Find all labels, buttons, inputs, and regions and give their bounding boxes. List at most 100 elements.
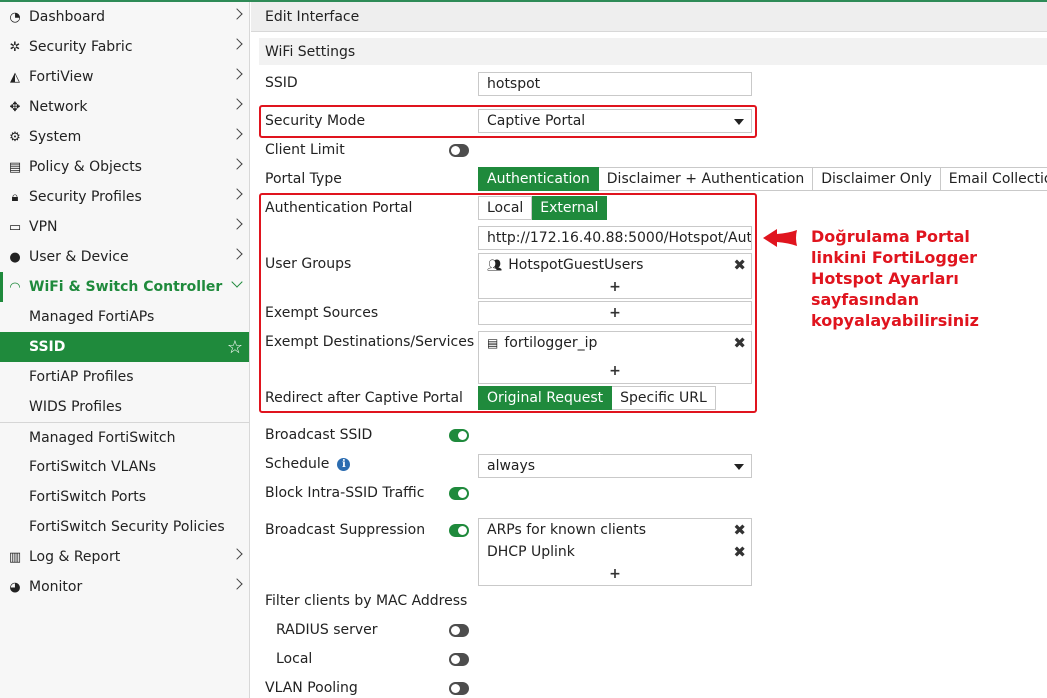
vlan-pooling-toggle[interactable] — [449, 682, 469, 695]
sidebar-subitem-wids-profiles[interactable]: WIDS Profiles — [0, 392, 249, 422]
user-groups-label: User Groups — [265, 256, 352, 272]
broadcast-ssid-label: Broadcast SSID — [265, 427, 373, 443]
sidebar-item-label: Security Fabric — [29, 39, 133, 55]
exempt-sources-list: + — [478, 301, 752, 325]
schedule-select[interactable]: always — [478, 454, 752, 478]
client-limit-toggle[interactable] — [449, 144, 469, 157]
section-header: WiFi Settings — [259, 38, 1047, 65]
sidebar-subitem-ssid[interactable]: SSID ☆ — [0, 332, 249, 362]
sidebar: ◔ Dashboard ✲ Security Fabric ◭ FortiView ✥… — [0, 2, 250, 698]
sidebar-item-vpn[interactable]: ▭ VPN — [0, 212, 249, 242]
page-title: Edit Interface — [251, 2, 1047, 32]
sidebar-item-fortiview[interactable]: ◭ FortiView — [0, 62, 249, 92]
dashboard-icon: ◔ — [9, 9, 21, 25]
auth-portal-external[interactable]: External — [532, 196, 608, 220]
user-groups-list: 👥︎ HotspotGuestUsers ✖ + — [478, 253, 752, 299]
security-mode-value: Captive Portal — [487, 113, 586, 129]
remove-icon[interactable]: ✖ — [733, 256, 746, 274]
redirect-specific-url[interactable]: Specific URL — [612, 386, 716, 410]
fortiview-icon: ◭ — [10, 69, 20, 85]
sidebar-subitem-fortiap-profiles[interactable]: FortiAP Profiles — [0, 362, 249, 392]
user-group-name: HotspotGuestUsers — [508, 257, 644, 273]
annotation-text: Doğrulama Portal linkini FortiLogger Hot… — [811, 227, 979, 330]
ssid-input[interactable]: hotspot — [478, 72, 752, 96]
block-intra-ssid-toggle[interactable] — [449, 487, 469, 500]
sidebar-subitem-managed-fortiswitch[interactable]: Managed FortiSwitch — [0, 422, 249, 452]
auth-portal-url-input[interactable]: http://172.16.40.88:5000/Hotspot/Aut — [478, 226, 752, 250]
radius-server-toggle[interactable] — [449, 624, 469, 637]
local-toggle[interactable] — [449, 653, 469, 666]
sidebar-item-label: Log & Report — [29, 549, 121, 565]
star-icon[interactable]: ☆ — [227, 337, 243, 358]
annotation-arrow-icon — [763, 229, 797, 247]
auth-portal-label: Authentication Portal — [265, 200, 413, 216]
remove-icon[interactable]: ✖ — [733, 334, 746, 352]
sidebar-subitem-label: SSID — [29, 339, 66, 355]
remove-icon[interactable]: ✖ — [733, 543, 746, 561]
sidebar-item-label: Monitor — [29, 579, 83, 595]
caret-down-icon — [734, 119, 744, 125]
portal-type-authentication[interactable]: Authentication — [478, 167, 599, 191]
exempt-destination-name: fortilogger_ip — [504, 335, 598, 351]
sidebar-item-label: VPN — [29, 219, 58, 235]
suppression-item-name: ARPs for known clients — [487, 522, 647, 538]
portal-type-group: Authentication Disclaimer + Authenticati… — [478, 167, 1047, 191]
portal-type-email-collection[interactable]: Email Collection — [940, 167, 1047, 191]
sidebar-item-label: Policy & Objects — [29, 159, 142, 175]
caret-down-icon — [734, 464, 744, 470]
sidebar-item-label: Dashboard — [29, 9, 105, 25]
main-panel: Edit Interface WiFi Settings SSID hotspo… — [251, 2, 1047, 698]
security-mode-label: Security Mode — [265, 113, 366, 129]
chevron-right-icon — [231, 548, 243, 560]
sidebar-item-system[interactable]: ⚙ System — [0, 122, 249, 152]
chevron-right-icon — [231, 38, 243, 50]
sidebar-subitem-fortiswitch-ports[interactable]: FortiSwitch Ports — [0, 482, 249, 512]
broadcast-suppression-list: ARPs for known clients ✖ DHCP Uplink ✖ + — [478, 518, 752, 586]
chevron-right-icon — [231, 248, 243, 260]
chevron-right-icon — [231, 98, 243, 110]
auth-portal-local[interactable]: Local — [478, 196, 533, 220]
chevron-right-icon — [231, 128, 243, 140]
sidebar-item-security-profiles[interactable]: 🔒︎ Security Profiles — [0, 182, 249, 212]
add-exempt-destination-button[interactable]: + — [479, 360, 751, 382]
info-icon[interactable]: i — [337, 457, 351, 471]
sidebar-subitem-fortiswitch-security-policies[interactable]: FortiSwitch Security Policies — [0, 512, 249, 542]
schedule-value: always — [487, 458, 536, 474]
schedule-label: Schedule i — [265, 456, 351, 472]
sidebar-item-policy-objects[interactable]: ▤ Policy & Objects — [0, 152, 249, 182]
sidebar-item-label: User & Device — [29, 249, 129, 265]
redirect-group: Original Request Specific URL — [478, 386, 716, 410]
portal-type-disclaimer-only[interactable]: Disclaimer Only — [813, 167, 941, 191]
sidebar-item-monitor[interactable]: ◕ Monitor — [0, 572, 249, 602]
security-mode-select[interactable]: Captive Portal — [478, 109, 752, 133]
add-suppression-button[interactable]: + — [479, 563, 751, 585]
policy-icon: ▤ — [8, 159, 22, 175]
exempt-destinations-label: Exempt Destinations/Services — [265, 334, 475, 350]
sidebar-item-user-device[interactable]: ● User & Device — [0, 242, 249, 272]
block-intra-ssid-label: Block Intra-SSID Traffic — [265, 485, 425, 501]
exempt-destinations-list: ▤ fortilogger_ip ✖ + — [478, 331, 752, 384]
sidebar-item-security-fabric[interactable]: ✲ Security Fabric — [0, 32, 249, 62]
sidebar-item-wifi-switch-controller[interactable]: ◠ WiFi & Switch Controller — [0, 272, 249, 302]
sidebar-subitem-managed-fortiaps[interactable]: Managed FortiAPs — [0, 302, 249, 332]
auth-portal-group: Local External — [478, 196, 608, 220]
sidebar-item-network[interactable]: ✥ Network — [0, 92, 249, 122]
broadcast-suppression-toggle[interactable] — [449, 524, 469, 537]
suppression-item-name: DHCP Uplink — [487, 544, 575, 560]
sidebar-item-dashboard[interactable]: ◔ Dashboard — [0, 2, 249, 32]
remove-icon[interactable]: ✖ — [733, 521, 746, 539]
wifi-icon: ◠ — [10, 279, 20, 295]
broadcast-ssid-toggle[interactable] — [449, 429, 469, 442]
portal-type-disclaimer-authentication[interactable]: Disclaimer + Authentication — [598, 167, 814, 191]
chevron-right-icon — [231, 8, 243, 20]
pie-chart-icon: ◕ — [9, 579, 21, 595]
chevron-right-icon — [231, 188, 243, 200]
sidebar-item-log-report[interactable]: ▥ Log & Report — [0, 542, 249, 572]
sidebar-item-label: FortiView — [29, 69, 94, 85]
gear-icon: ⚙ — [9, 129, 21, 145]
add-exempt-source-button[interactable]: + — [479, 302, 751, 324]
redirect-original-request[interactable]: Original Request — [478, 386, 613, 410]
sidebar-subitem-fortiswitch-vlans[interactable]: FortiSwitch VLANs — [0, 452, 249, 482]
add-user-group-button[interactable]: + — [479, 276, 751, 298]
list-item: ▤ fortilogger_ip ✖ — [479, 332, 751, 354]
